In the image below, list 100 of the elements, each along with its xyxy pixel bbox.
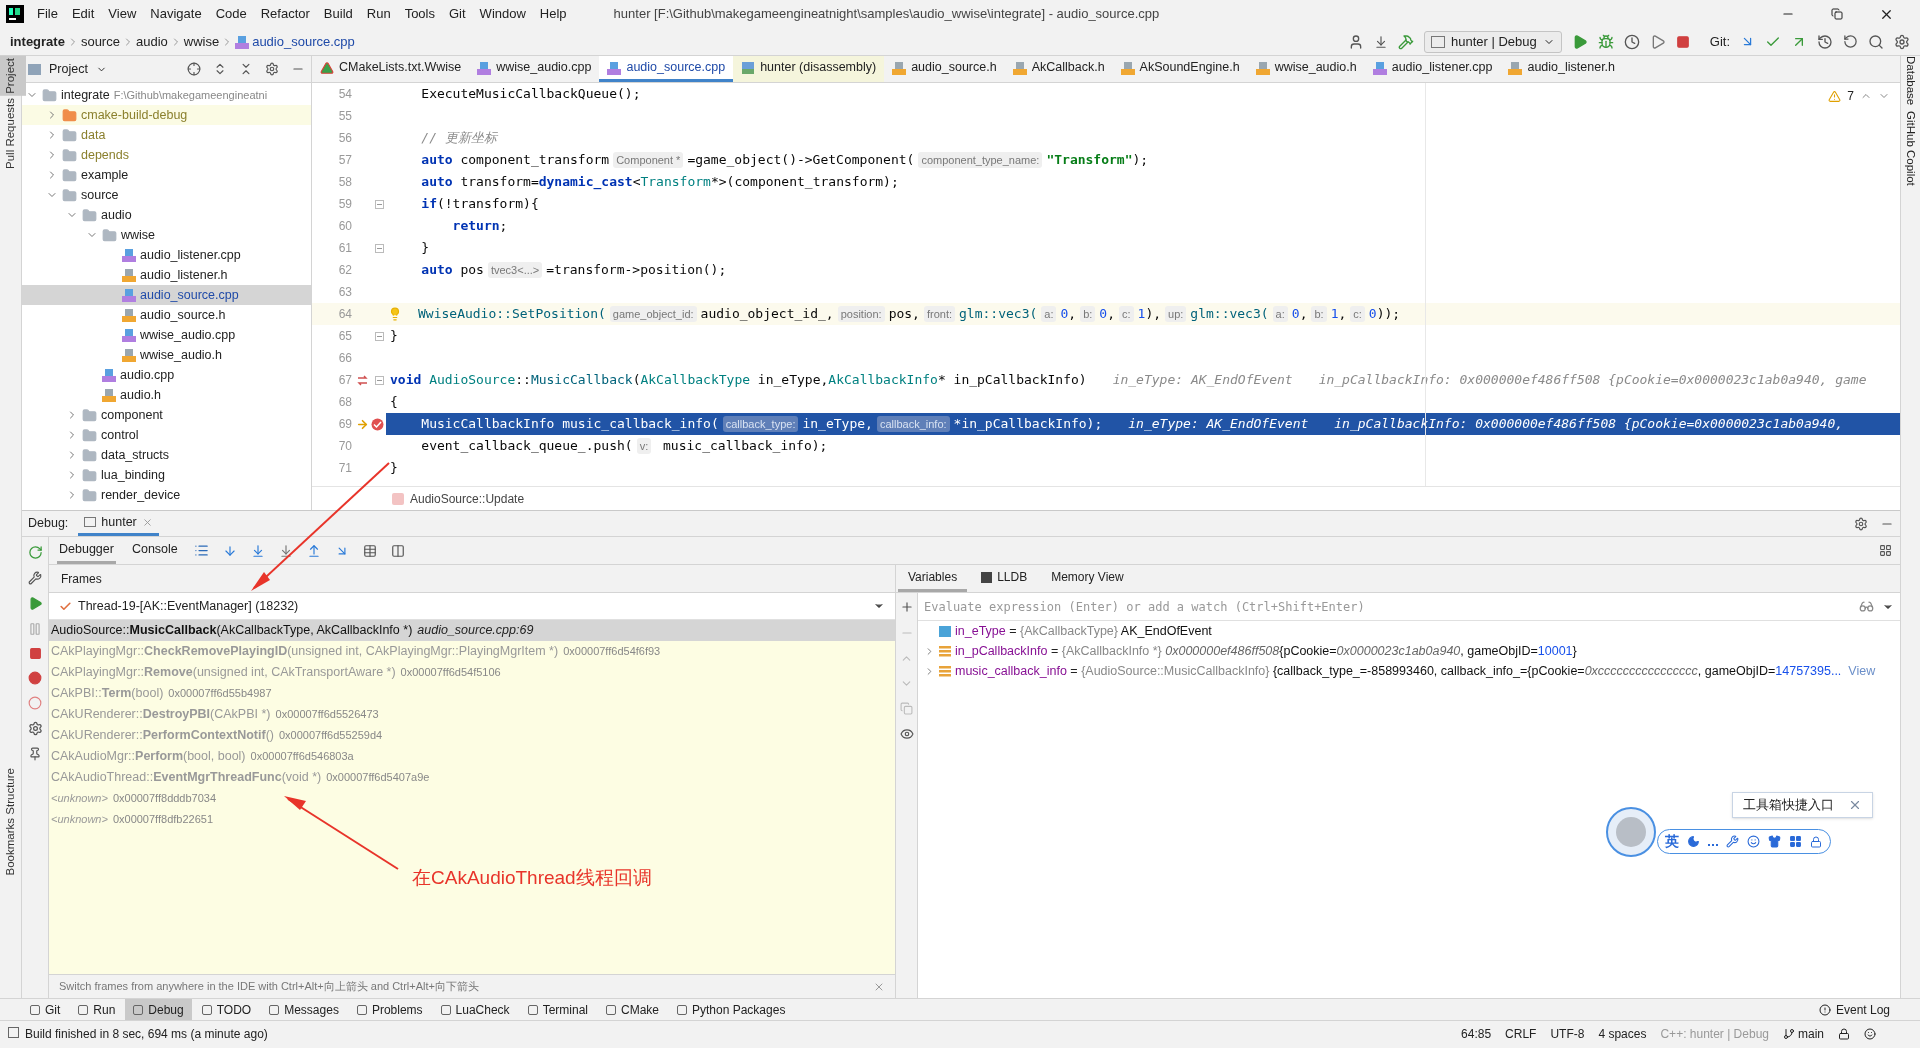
profile-icon[interactable] (1623, 33, 1640, 50)
stack-frame[interactable]: CAkURenderer::DestroyPBI(CAkPBI *) 0x00007ff6d5526473 (49, 704, 895, 725)
stack-frame[interactable]: AudioSource::MusicCallback(AkCallbackType, AkCallbackInfo *) audio_source.cpp:69 (49, 620, 895, 641)
status-item[interactable]: CRLF (1505, 1025, 1537, 1043)
settings-icon[interactable] (1854, 516, 1868, 531)
tree-node[interactable]: audio_listener.cpp (22, 245, 311, 265)
tool-window-tab[interactable]: Structure (0, 765, 26, 817)
breadcrumb[interactable]: source (80, 31, 120, 52)
session-tab[interactable]: hunter (78, 511, 159, 536)
breadcrumb[interactable]: integrate (10, 31, 65, 52)
settings-icon[interactable] (27, 721, 43, 736)
editor-tab[interactable]: audio_listener.h (1500, 56, 1624, 82)
editor-tab[interactable]: audio_source.cpp (599, 56, 734, 82)
panel-title[interactable]: Project (49, 59, 88, 79)
stop-icon[interactable] (28, 647, 42, 660)
face-icon[interactable] (1864, 1028, 1876, 1040)
hammer-icon[interactable] (1398, 33, 1414, 50)
wrench-icon[interactable] (28, 571, 42, 585)
stack-frame[interactable]: CAkPlayingMgr::CheckRemovePlayingID(unsigned int, CAkPlayingMgr::PlayingMgrItem *) 0x00007ff6d54f6f93 (49, 641, 895, 662)
input-mode[interactable]: 英 (1665, 831, 1679, 852)
tool-window-tab[interactable]: LuaCheck (432, 999, 518, 1020)
mute-breakpoints-icon[interactable] (28, 696, 42, 710)
folder-node[interactable]: lua_binding (22, 465, 311, 485)
editor-tab[interactable]: audio_listener.cpp (1364, 56, 1501, 82)
tree-node[interactable]: wwise_audio.h (22, 345, 311, 365)
tool-window-tab[interactable]: Run (70, 999, 124, 1020)
tool-window-tab[interactable]: Database (1895, 56, 1920, 106)
tool-window-tab[interactable]: GitHub Copilot (1895, 111, 1920, 187)
status-item[interactable]: 4 spaces (1598, 1025, 1647, 1043)
menu-item[interactable]: Tools (397, 4, 442, 24)
restore-icon[interactable] (1831, 8, 1843, 20)
menu-item[interactable]: Git (442, 4, 473, 24)
breakpoint-icon[interactable] (371, 417, 384, 431)
menu-item[interactable]: Refactor (253, 4, 317, 24)
folder-node[interactable]: wwise (22, 225, 311, 245)
breadcrumb[interactable]: audio (135, 31, 168, 52)
step-out-icon[interactable] (306, 543, 321, 558)
layout-icon[interactable] (390, 543, 405, 558)
rollback-icon[interactable] (1843, 34, 1858, 49)
breakpoints-icon[interactable] (28, 671, 42, 685)
force-step-into-icon[interactable] (278, 543, 293, 558)
folder-node[interactable]: cmake-build-debug (22, 105, 311, 125)
tree-node[interactable]: audio_source.cpp (22, 285, 311, 305)
locate-icon[interactable] (187, 62, 201, 76)
editor-tab[interactable]: AkCallback.h (1004, 56, 1113, 82)
glasses-icon[interactable] (1859, 599, 1874, 614)
breadcrumb[interactable]: AudioSource::Update (410, 489, 525, 508)
tree-node[interactable]: audio.cpp (22, 365, 311, 385)
face-icon[interactable] (1747, 835, 1760, 848)
stop-icon[interactable] (1675, 34, 1690, 49)
tool-window-tab[interactable]: Project (0, 56, 26, 96)
add-icon[interactable] (899, 600, 914, 614)
editor-tab[interactable]: hunter (disassembly) (733, 56, 885, 82)
menu-item[interactable]: Code (208, 4, 254, 24)
editor-tab[interactable]: CMakeLists.txt.Wwise (312, 56, 470, 82)
tool-window-tab[interactable]: Problems (348, 999, 431, 1020)
shirt-icon[interactable] (1768, 835, 1781, 848)
bug-icon[interactable] (1597, 33, 1614, 50)
menu-item[interactable]: View (101, 4, 144, 24)
tool-window-tab[interactable]: Debug (125, 999, 192, 1020)
layout-icon[interactable] (1879, 544, 1892, 557)
variables-tab[interactable]: Memory View (1041, 565, 1134, 592)
variables-tab[interactable]: LLDB (971, 565, 1038, 592)
variable-row[interactable]: music_callback_info = {AudioSource::MusicCallbackInfo} {callback_type_=-858993460, callback_info_={pCookie=0xcccccccccccccccc, gameObjID=14757395... View (918, 661, 1900, 681)
folder-node[interactable]: control (22, 425, 311, 445)
breadcrumb[interactable]: audio_source.cpp (252, 31, 355, 52)
editor-tab[interactable]: audio_source.h (884, 56, 1005, 82)
tool-window-tab[interactable]: Messages (261, 999, 347, 1020)
tool-window-tab[interactable]: Terminal (519, 999, 596, 1020)
tree-node[interactable]: audio.h (22, 385, 311, 405)
settings-icon[interactable] (265, 62, 279, 76)
wrench-icon[interactable] (1726, 835, 1739, 848)
variable-row[interactable]: in_eType = {AkCallbackType} AK_EndOfEvent (918, 621, 1900, 641)
stack-frame[interactable]: CAkAudioMgr::Perform(bool, bool) 0x00007ff6d546803a (49, 746, 895, 767)
fold-icon[interactable] (375, 331, 384, 341)
lock-icon[interactable] (1838, 1028, 1850, 1040)
tool-window-tab[interactable]: CMake (598, 999, 667, 1020)
tree-node[interactable]: audio_source.h (22, 305, 311, 325)
menu-item[interactable]: Help (532, 4, 574, 24)
thread-dropdown[interactable]: Thread-19-[AK::EventManager] (18232) (49, 593, 895, 620)
menu-item[interactable]: Navigate (143, 4, 209, 24)
step-into-icon[interactable] (250, 543, 265, 558)
tree-node[interactable]: audio_listener.h (22, 265, 311, 285)
stack-frame[interactable]: CAkAudioThread::EventMgrThreadFunc(void *) 0x00007ff6d5407a9e (49, 767, 895, 788)
moon-icon[interactable] (1687, 835, 1700, 848)
warning-count[interactable]: 7 (1847, 87, 1854, 105)
eye-icon[interactable] (899, 727, 914, 741)
status-item[interactable]: 64:85 (1461, 1025, 1492, 1043)
grid-icon[interactable] (1789, 835, 1802, 848)
arrow-down-icon[interactable] (1374, 34, 1388, 49)
run-config-dropdown[interactable]: hunter | Debug (1424, 30, 1562, 53)
tool-window-tab[interactable]: Git (22, 999, 69, 1020)
history-icon[interactable] (1817, 33, 1833, 50)
collapse-icon[interactable] (239, 62, 253, 76)
folder-node[interactable]: component (22, 405, 311, 425)
editor-tab[interactable]: wwise_audio.cpp (469, 56, 600, 82)
debugger-tab[interactable]: Console (129, 537, 180, 564)
tree-node[interactable]: wwise_audio.cpp (22, 325, 311, 345)
fold-icon[interactable] (375, 375, 384, 385)
user-icon[interactable] (1348, 33, 1364, 50)
